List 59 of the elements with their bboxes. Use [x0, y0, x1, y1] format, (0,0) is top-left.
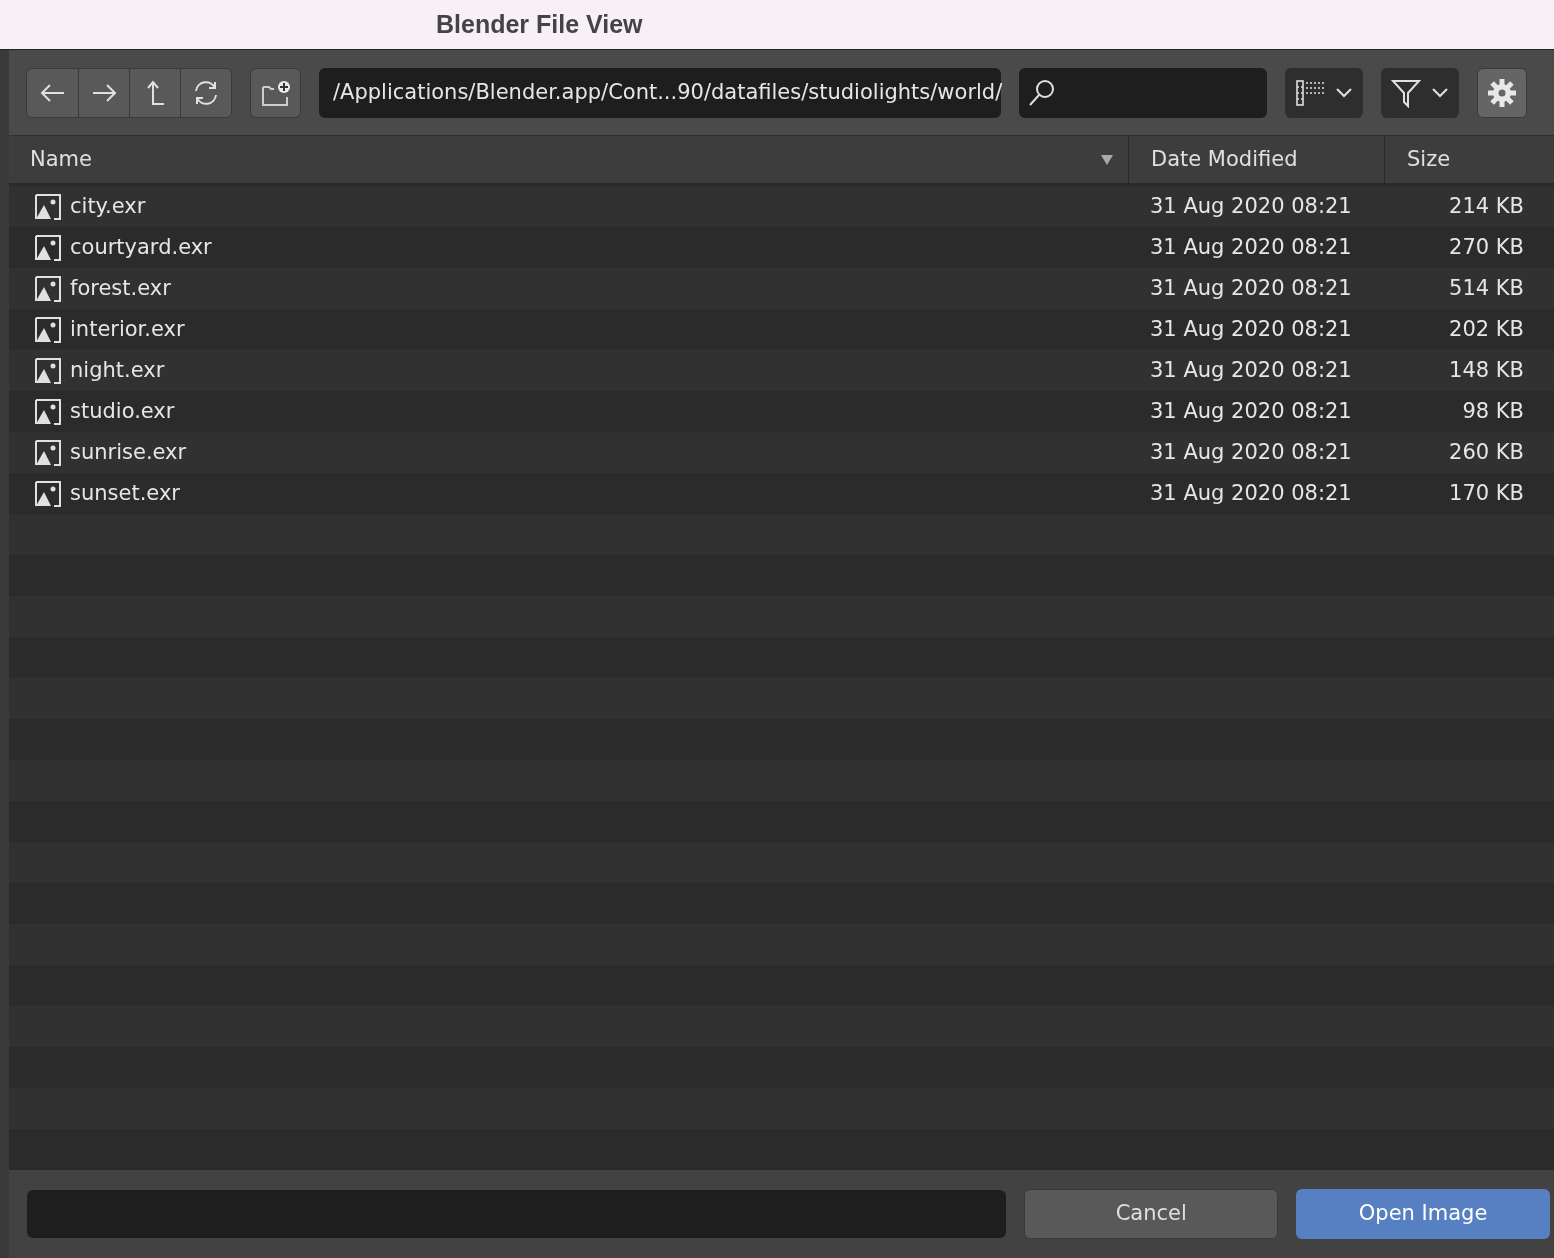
filter-icon	[1391, 77, 1421, 108]
file-size: 270 KB	[1448, 233, 1524, 261]
file-size: 260 KB	[1448, 438, 1524, 466]
date-modified: 31 Aug 2020 08:21	[1149, 438, 1353, 466]
file-row[interactable]: city.exr 31 Aug 2020 08:21 214 KB	[9, 186, 1554, 227]
cancel-button[interactable]: Cancel	[1024, 1189, 1279, 1239]
filename-field[interactable]	[27, 1190, 1007, 1238]
image-file-icon	[34, 356, 62, 385]
file-name: studio.exr	[70, 397, 175, 425]
image-file-icon	[34, 315, 62, 344]
new-folder-button[interactable]	[250, 67, 301, 118]
date-modified: 31 Aug 2020 08:21	[1149, 397, 1353, 425]
file-size: 214 KB	[1448, 192, 1524, 220]
date-modified: 31 Aug 2020 08:21	[1149, 233, 1353, 261]
file-size: 170 KB	[1448, 479, 1524, 507]
file-size: 514 KB	[1448, 274, 1524, 302]
file-name: night.exr	[70, 356, 165, 384]
chevron-down-icon	[1335, 86, 1353, 99]
filter-dropdown[interactable]	[1381, 67, 1459, 118]
settings-icon	[1487, 77, 1517, 108]
date-modified: 31 Aug 2020 08:21	[1149, 479, 1353, 507]
display-mode-dropdown[interactable]	[1285, 67, 1363, 118]
refresh-button[interactable]	[180, 68, 231, 117]
file-name: city.exr	[70, 192, 146, 220]
date-modified: 31 Aug 2020 08:21	[1149, 315, 1353, 343]
file-row[interactable]: sunrise.exr 31 Aug 2020 08:21 260 KB	[9, 432, 1554, 473]
image-file-icon	[34, 479, 62, 508]
file-size: 202 KB	[1448, 315, 1524, 343]
forward-button[interactable]	[78, 68, 129, 117]
file-name: interior.exr	[70, 315, 185, 343]
parent-directory-button[interactable]	[129, 68, 180, 117]
file-name: courtyard.exr	[70, 233, 212, 261]
path-field[interactable]: /Applications/Blender.app/Cont...90/datafiles/studiolights/world/	[319, 67, 1001, 118]
column-heading[interactable]: Name	[30, 143, 92, 176]
image-file-icon	[34, 397, 62, 426]
file-row[interactable]: forest.exr 31 Aug 2020 08:21 514 KB	[9, 268, 1554, 309]
image-file-icon	[34, 274, 62, 303]
open-button[interactable]: Open Image	[1296, 1189, 1550, 1239]
search-icon	[1027, 77, 1057, 108]
search-field[interactable]	[1019, 67, 1267, 118]
file-name: sunset.exr	[70, 479, 180, 507]
file-row[interactable]: night.exr 31 Aug 2020 08:21 148 KB	[9, 350, 1554, 391]
settings-button[interactable]	[1477, 67, 1527, 118]
back-button[interactable]	[27, 68, 78, 117]
date-modified: 31 Aug 2020 08:21	[1149, 356, 1353, 384]
file-size: 98 KB	[1461, 397, 1524, 425]
list-view-icon	[1295, 78, 1325, 107]
window-title: Blender File View	[436, 8, 643, 40]
image-file-icon	[34, 438, 62, 467]
file-name: forest.exr	[70, 274, 171, 302]
date-modified: 31 Aug 2020 08:21	[1149, 192, 1353, 220]
file-name: sunrise.exr	[70, 438, 187, 466]
file-size: 148 KB	[1448, 356, 1524, 384]
column-heading[interactable]: Size	[1407, 143, 1451, 176]
chevron-down-icon	[1431, 86, 1449, 99]
image-file-icon	[34, 233, 62, 262]
date-modified: 31 Aug 2020 08:21	[1149, 274, 1353, 302]
image-file-icon	[34, 192, 62, 221]
column-heading[interactable]: Date Modified	[1151, 143, 1298, 176]
